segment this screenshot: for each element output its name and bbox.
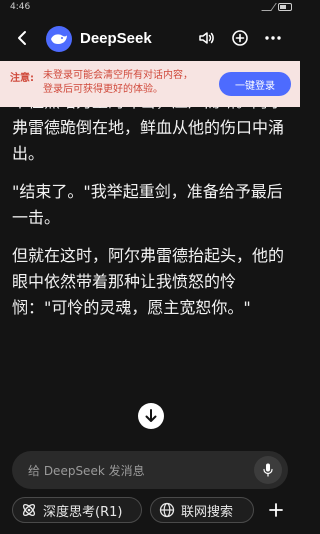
more-icon[interactable] bbox=[263, 28, 283, 48]
back-icon[interactable] bbox=[10, 26, 34, 50]
one-click-login-button[interactable]: 一键登录 bbox=[219, 72, 291, 96]
message-paragraph: 不住黑暗力量的冲击，应声而断。阿尔弗雷德跪倒在地，鲜血从他的伤口中涌出。 bbox=[12, 107, 285, 163]
battery-icon bbox=[278, 3, 292, 11]
login-notice-banner: 注意: 未登录可能会清空所有对话内容，登录后可获得更好的体验。 一键登录 bbox=[0, 61, 300, 107]
status-indicators bbox=[261, 3, 292, 11]
assistant-message: 不住黑暗力量的冲击，应声而断。阿尔弗雷德跪倒在地，鲜血从他的伤口中涌出。 "结束… bbox=[12, 107, 290, 437]
attach-button[interactable] bbox=[266, 500, 286, 520]
speaker-icon[interactable] bbox=[196, 28, 216, 48]
arrow-down-icon bbox=[145, 409, 157, 422]
atom-icon bbox=[22, 503, 36, 517]
notice-label: 注意: bbox=[10, 73, 34, 84]
message-input[interactable]: 给 DeepSeek 发消息 bbox=[28, 462, 145, 479]
deep-think-toggle[interactable]: 深度思考(R1) bbox=[12, 497, 142, 523]
scroll-to-bottom-button[interactable] bbox=[138, 403, 164, 429]
status-bar: 4:46 bbox=[0, 0, 300, 16]
notice-text: 未登录可能会清空所有对话内容，登录后可获得更好的体验。 bbox=[43, 70, 193, 95]
microphone-icon bbox=[263, 463, 273, 477]
signal-icon bbox=[261, 3, 277, 11]
message-composer[interactable]: 给 DeepSeek 发消息 bbox=[12, 451, 288, 489]
new-chat-icon[interactable] bbox=[230, 28, 250, 48]
message-paragraph: "结束了。"我举起重剑，准备给予最后一击。 bbox=[12, 182, 283, 227]
message-paragraph: 但就在这时，阿尔弗雷德抬起头，他的眼中依然带着那种让我愤怒的怜悯："可怜的灵魂，… bbox=[12, 246, 285, 317]
web-search-toggle[interactable]: 联网搜索 bbox=[150, 497, 254, 523]
chat-header: DeepSeek bbox=[0, 18, 300, 58]
web-search-label: 联网搜索 bbox=[181, 504, 234, 520]
globe-icon bbox=[159, 502, 175, 518]
deepseek-logo bbox=[46, 26, 72, 52]
app-title: DeepSeek bbox=[80, 30, 152, 47]
deep-think-label: 深度思考(R1) bbox=[43, 504, 123, 520]
status-time: 4:46 bbox=[10, 2, 31, 12]
microphone-button[interactable] bbox=[254, 456, 282, 484]
plus-icon bbox=[269, 503, 283, 517]
